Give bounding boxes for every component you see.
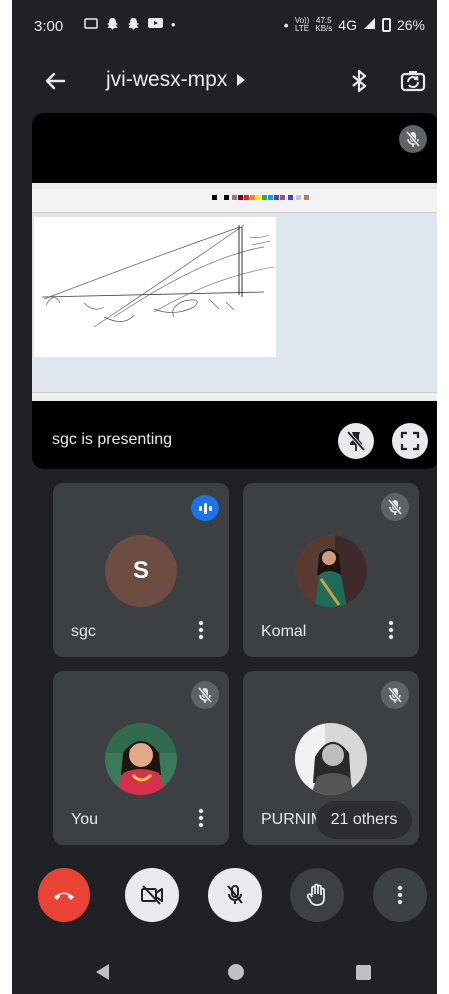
sketch-drawing: [41, 224, 275, 328]
signal-icon: [363, 17, 376, 33]
volte-indicator: Vo)) LTE: [294, 16, 310, 33]
back-button[interactable]: [40, 66, 70, 96]
participant-tile-sgc[interactable]: S sgc: [53, 483, 229, 657]
speaking-indicator: [191, 495, 219, 521]
youtube-icon: [148, 17, 163, 34]
avatar: [295, 535, 367, 607]
raise-hand-button[interactable]: [290, 868, 344, 922]
mic-off-icon: [197, 687, 213, 703]
meeting-title-button[interactable]: jvi-wesx-mpx: [106, 68, 246, 92]
bluetooth-button[interactable]: [344, 66, 374, 96]
presenter-mute-badge: [399, 125, 427, 153]
cast-icon: [84, 17, 98, 34]
status-bar: 3:00 • • Vo)) LTE 47.5 KB/s 4G 26%: [12, 0, 437, 54]
battery-level: 26%: [396, 17, 425, 33]
snapchat-icon: [127, 17, 140, 34]
status-dot: •: [283, 17, 289, 33]
switch-camera-button[interactable]: [398, 66, 428, 96]
muted-badge: [191, 681, 219, 709]
participant-tile-komal[interactable]: Komal: [243, 483, 419, 657]
meeting-header: jvi-wesx-mpx: [12, 54, 437, 108]
notification-icons: •: [84, 17, 176, 34]
muted-badge: [381, 681, 409, 709]
arrow-left-icon: [45, 72, 66, 90]
paint-canvas: [34, 217, 276, 357]
call-controls: [12, 850, 437, 946]
profile-photo: [105, 723, 177, 795]
muted-badge: [381, 493, 409, 521]
fullscreen-icon: [400, 431, 420, 451]
avatar: [295, 723, 367, 795]
caret-right-icon: [237, 74, 246, 86]
bluetooth-icon: [352, 69, 367, 93]
more-options-button[interactable]: [373, 868, 427, 922]
system-icons: • Vo)) LTE 47.5 KB/s 4G 26%: [283, 16, 425, 34]
meeting-code: jvi-wesx-mpx: [106, 68, 228, 91]
unpin-icon: [346, 430, 366, 452]
participant-name: You: [71, 811, 98, 828]
others-button[interactable]: 21 others: [316, 801, 412, 839]
video-off-icon: [141, 885, 163, 905]
mic-off-icon: [387, 687, 403, 703]
more-vertical-icon: [198, 620, 204, 640]
battery-icon: [381, 18, 391, 32]
camera-toggle-button[interactable]: [125, 868, 179, 922]
mic-off-icon: [387, 499, 403, 515]
nav-home-icon[interactable]: [228, 964, 244, 980]
end-call-icon: [54, 892, 74, 900]
participant-more-button[interactable]: [383, 619, 399, 641]
nav-recents-icon[interactable]: [356, 965, 371, 980]
presenter-label: sgc is presenting: [52, 431, 173, 448]
more-vertical-icon: [388, 620, 394, 640]
mic-toggle-button[interactable]: [208, 868, 262, 922]
more-vertical-icon: [397, 885, 403, 905]
network-speed: 47.5 KB/s: [315, 16, 333, 33]
participant-more-button[interactable]: [193, 807, 209, 829]
notification-dot: •: [171, 17, 176, 32]
avatar: [105, 723, 177, 795]
unpin-button[interactable]: [338, 423, 374, 459]
paint-ribbon: [32, 183, 437, 213]
presentation-tile[interactable]: sgc is presenting: [32, 113, 437, 469]
raise-hand-icon: [306, 883, 325, 906]
profile-photo: [295, 723, 367, 795]
avatar: S: [105, 535, 177, 607]
nav-back-icon[interactable]: [96, 964, 109, 980]
mic-off-icon: [227, 885, 243, 904]
fullscreen-button[interactable]: [392, 423, 428, 459]
more-vertical-icon: [198, 808, 204, 828]
participant-name: sgc: [71, 623, 96, 640]
participant-more-button[interactable]: [193, 619, 209, 641]
snapchat-icon: [106, 17, 119, 34]
status-time: 3:00: [34, 18, 64, 35]
meet-screen: 3:00 • • Vo)) LTE 47.5 KB/s 4G 26% jvi-w…: [12, 0, 437, 994]
shared-screen: [32, 183, 437, 401]
switch-camera-icon: [400, 71, 426, 92]
mic-off-icon: [405, 131, 421, 147]
paint-status-bar: [32, 392, 437, 401]
participant-name: Komal: [261, 623, 307, 640]
end-call-button[interactable]: [38, 868, 90, 922]
network-type: 4G: [338, 17, 357, 33]
system-nav-bar: [12, 946, 437, 994]
profile-photo: [295, 535, 367, 607]
participant-tile-you[interactable]: You: [53, 671, 229, 845]
